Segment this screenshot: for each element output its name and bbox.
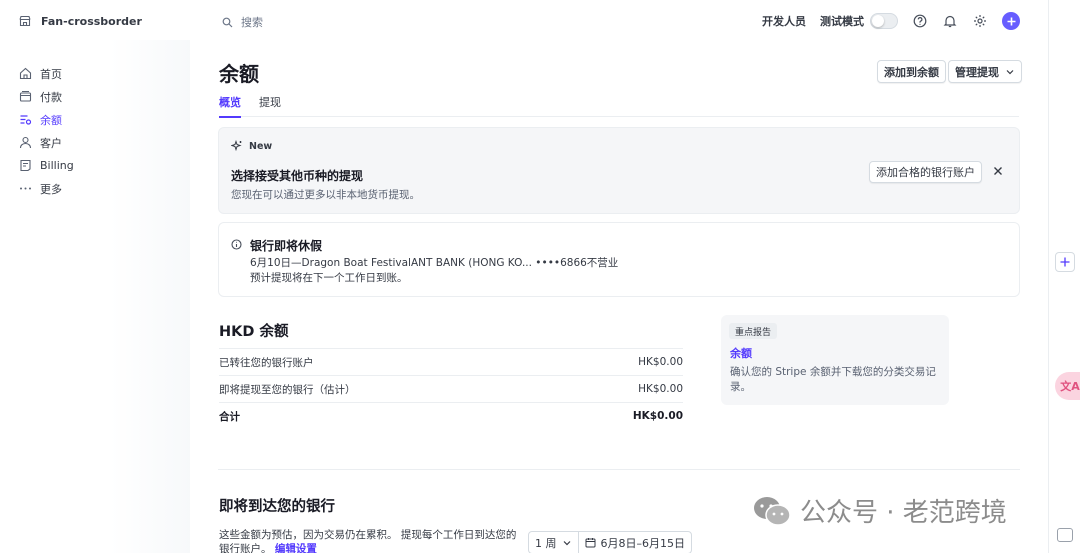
home-icon — [18, 67, 32, 81]
wechat-logo-icon — [752, 495, 792, 527]
chevron-down-icon — [562, 538, 572, 548]
help-icon[interactable] — [912, 13, 928, 29]
sidebar-item-label: 付款 — [40, 90, 62, 104]
page-title: 余额 — [219, 62, 259, 86]
search-icon — [219, 14, 235, 30]
banner-description: 您现在可以通过更多以非本地货币提现。 — [231, 189, 420, 201]
create-plus-icon[interactable] — [1002, 12, 1020, 30]
table-row: 即将提现至您的银行（估计） HK$0.00 — [219, 375, 683, 402]
date-range-label: 6月8日–6月15日 — [600, 536, 686, 550]
sidebar-item-billing[interactable]: Billing — [18, 154, 74, 177]
sidebar-item-payments[interactable]: 付款 — [18, 85, 74, 108]
customer-icon — [18, 136, 32, 150]
search-input[interactable]: 搜索 — [219, 14, 263, 30]
sidebar-nav: 首页 付款 余额 客户 Billing 更多 — [18, 62, 74, 200]
report-badge: 重点报告 — [729, 323, 778, 339]
holiday-title: 银行即将休假 — [250, 239, 323, 253]
wechat-watermark: 公众号 · 老范跨境 — [752, 492, 1007, 529]
hkd-balance-title: HKD 余额 — [219, 324, 289, 340]
sidebar-item-label: 首页 — [40, 67, 62, 81]
upcoming-title: 即将到达您的银行 — [219, 499, 335, 515]
sidebar-item-home[interactable]: 首页 — [18, 62, 74, 85]
balances-icon — [18, 113, 32, 127]
tab-payouts[interactable]: 提现 — [259, 94, 281, 117]
sidebar-item-more[interactable]: 更多 — [18, 177, 74, 200]
sidebar-item-label: 客户 — [40, 136, 62, 150]
panel-plus-icon[interactable] — [1055, 252, 1075, 272]
billing-icon — [18, 159, 32, 173]
total-row: 合计 HK$0.00 — [219, 402, 683, 429]
add-bank-account-button[interactable]: 添加合格的银行账户 — [869, 161, 982, 183]
new-tag: New — [231, 140, 272, 152]
table-row: 已转往您的银行账户 HK$0.00 — [219, 348, 683, 375]
watermark-text: 公众号 · 老范跨境 — [800, 498, 1007, 528]
upcoming-description-text: 这些金额为预估，因为交易仍在累积。 提现每个工作日到达您的银行账户。 — [219, 529, 517, 553]
translate-icon[interactable]: 文A — [1055, 372, 1080, 400]
calendar-icon — [585, 537, 596, 548]
period-select[interactable]: 1 周 — [529, 532, 578, 553]
new-feature-banner: New 选择接受其他币种的提现 您现在可以通过更多以非本地货币提现。 添加合格的… — [218, 127, 1020, 214]
sidebar-fade — [110, 40, 190, 553]
info-icon — [231, 239, 242, 250]
balance-report-link[interactable]: 余额 — [730, 345, 752, 361]
total-label: 合计 — [219, 410, 240, 423]
gear-icon[interactable] — [972, 13, 988, 29]
date-range-controls: 1 周 6月8日–6月15日 — [528, 531, 692, 553]
developers-link[interactable]: 开发人员 — [762, 13, 806, 29]
total-amount: HK$0.00 — [632, 410, 683, 422]
holiday-detail: 6月10日—Dragon Boat FestivalANT BANK (HONG… — [250, 257, 619, 269]
sidebar-item-label: 余额 — [40, 113, 62, 127]
account-switcher[interactable]: Fan-crossborder — [18, 14, 142, 28]
add-to-balance-label: 添加到余额 — [884, 65, 939, 79]
balance-summary-table: 已转往您的银行账户 HK$0.00 即将提现至您的银行（估计） HK$0.00 … — [219, 348, 683, 429]
new-tag-label: New — [249, 140, 273, 152]
page-tabs: 概览 提现 — [219, 94, 1019, 118]
upcoming-description: 这些金额为预估，因为交易仍在累积。 提现每个工作日到达您的银行账户。 编辑设置 — [219, 528, 519, 553]
sidebar: Fan-crossborder 首页 付款 余额 客户 Billing 更多 — [0, 0, 190, 553]
bank-holiday-notice: 银行即将休假 6月10日—Dragon Boat FestivalANT BAN… — [218, 222, 1020, 297]
payments-icon — [18, 90, 32, 104]
panel-toggle-icon[interactable] — [1057, 528, 1073, 542]
chevron-down-icon — [1005, 67, 1015, 77]
holiday-note: 预计提现将在下一个工作日到账。 — [250, 272, 408, 284]
add-to-balance-button[interactable]: 添加到余额 — [877, 60, 946, 83]
sidebar-item-customers[interactable]: 客户 — [18, 131, 74, 154]
sidebar-item-label: Billing — [40, 159, 74, 172]
row-amount: HK$0.00 — [638, 356, 683, 368]
sparkle-icon — [231, 140, 243, 152]
bell-icon[interactable] — [942, 13, 958, 29]
manage-payouts-button[interactable]: 管理提现 — [948, 60, 1022, 83]
sidebar-item-label: 更多 — [40, 182, 62, 196]
top-actions: 开发人员 测试模式 — [762, 12, 1020, 30]
close-icon[interactable] — [991, 164, 1005, 178]
section-divider — [218, 469, 1020, 470]
account-name: Fan-crossborder — [41, 14, 142, 28]
edit-settings-link[interactable]: 编辑设置 — [275, 543, 317, 553]
tab-overview[interactable]: 概览 — [219, 94, 241, 118]
row-label: 已转往您的银行账户 — [219, 356, 314, 369]
row-amount: HK$0.00 — [638, 383, 683, 395]
store-icon — [18, 14, 32, 28]
featured-report-card: 重点报告 余额 确认您的 Stripe 余额并下载您的分类交易记录。 — [721, 315, 949, 405]
row-label: 即将提现至您的银行（估计） — [219, 383, 356, 396]
report-description: 确认您的 Stripe 余额并下载您的分类交易记录。 — [730, 366, 936, 393]
search-placeholder: 搜索 — [241, 16, 263, 29]
more-icon — [18, 182, 32, 196]
period-label: 1 周 — [535, 536, 557, 550]
banner-title: 选择接受其他币种的提现 — [231, 169, 364, 183]
right-panel-strip — [1048, 0, 1080, 553]
test-mode-toggle[interactable] — [870, 13, 898, 29]
test-mode-label: 测试模式 — [820, 15, 864, 28]
date-range-picker[interactable]: 6月8日–6月15日 — [577, 532, 692, 553]
manage-payouts-label: 管理提现 — [955, 65, 999, 79]
test-mode-control: 测试模式 — [820, 13, 898, 29]
sidebar-item-balances[interactable]: 余额 — [18, 108, 74, 131]
